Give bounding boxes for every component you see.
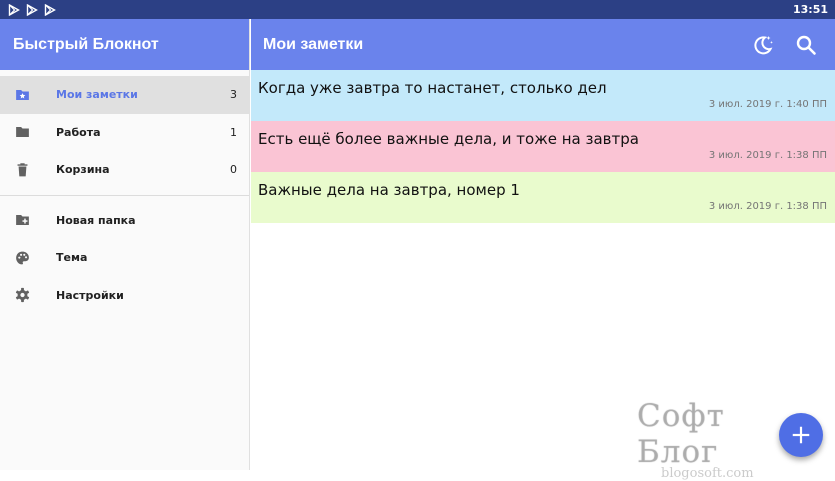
folder-icon <box>14 124 31 141</box>
add-note-button[interactable] <box>779 413 823 457</box>
drawer-item-label: Корзина <box>56 163 110 177</box>
drawer-folder-list: Мои заметки 3 Работа 1 Корзина 0 Новая п… <box>0 70 249 314</box>
note-date: 3 июл. 2019 г. 1:38 ПП <box>708 201 827 212</box>
drawer-item-label: Мои заметки <box>56 88 138 102</box>
drawer-item-label: Новая папка <box>56 213 136 227</box>
play-store-icon <box>44 3 56 16</box>
drawer-item-label: Тема <box>56 251 88 265</box>
play-store-icon <box>26 3 38 16</box>
notes-folder-icon <box>14 86 31 103</box>
page-title: Мои заметки <box>263 35 364 53</box>
add-icon <box>790 424 812 446</box>
drawer-item-label: Работа <box>56 125 101 139</box>
notification-icons <box>8 3 56 16</box>
note-item[interactable]: Есть ещё более важные дела, и тоже на за… <box>251 121 835 172</box>
drawer-divider <box>0 194 249 196</box>
palette-icon <box>14 249 31 266</box>
note-text: Есть ещё более важные дела, и тоже на за… <box>258 130 639 148</box>
search-icon[interactable] <box>794 33 818 57</box>
status-clock: 13:51 <box>792 3 828 16</box>
folder-note-count: 0 <box>230 163 237 177</box>
night-mode-icon[interactable] <box>751 33 775 57</box>
drawer-item-work[interactable]: Работа 1 <box>0 114 249 152</box>
watermark-subtitle: blogosoft.com <box>661 466 754 481</box>
folder-note-count: 1 <box>230 125 237 139</box>
watermark-title: Софт Блог <box>637 398 725 470</box>
note-item[interactable]: Когда уже завтра то настанет, столько де… <box>251 70 835 121</box>
play-store-icon <box>8 3 20 16</box>
app-title: Быстрый Блокнот <box>13 35 159 53</box>
note-text: Важные дела на завтра, номер 1 <box>258 181 520 199</box>
note-date: 3 июл. 2019 г. 1:38 ПП <box>708 150 827 161</box>
drawer-item-new-folder[interactable]: Новая папка <box>0 202 249 240</box>
navigation-drawer: Быстрый Блокнот Мои заметки 3 Работа 1 К… <box>0 19 250 470</box>
drawer-item-label: Настройки <box>56 288 124 302</box>
note-text: Когда уже завтра то настанет, столько де… <box>258 79 607 97</box>
trash-icon <box>14 161 31 178</box>
drawer-item-theme[interactable]: Тема <box>0 239 249 277</box>
app-bar: Мои заметки <box>251 19 835 70</box>
drawer-item-settings[interactable]: Настройки <box>0 277 249 315</box>
settings-gear-icon <box>14 287 31 304</box>
status-bar: 13:51 <box>0 0 835 19</box>
drawer-header: Быстрый Блокнот <box>0 19 249 70</box>
drawer-item-my-notes[interactable]: Мои заметки 3 <box>0 76 249 114</box>
notes-list: Когда уже завтра то настанет, столько де… <box>251 70 835 223</box>
watermark: Софт Блог blogosoft.com <box>637 398 782 481</box>
drawer-item-trash[interactable]: Корзина 0 <box>0 151 249 189</box>
new-folder-icon <box>14 212 31 229</box>
folder-note-count: 3 <box>230 88 237 102</box>
note-item[interactable]: Важные дела на завтра, номер 1 3 июл. 20… <box>251 172 835 223</box>
note-date: 3 июл. 2019 г. 1:40 ПП <box>708 99 827 110</box>
